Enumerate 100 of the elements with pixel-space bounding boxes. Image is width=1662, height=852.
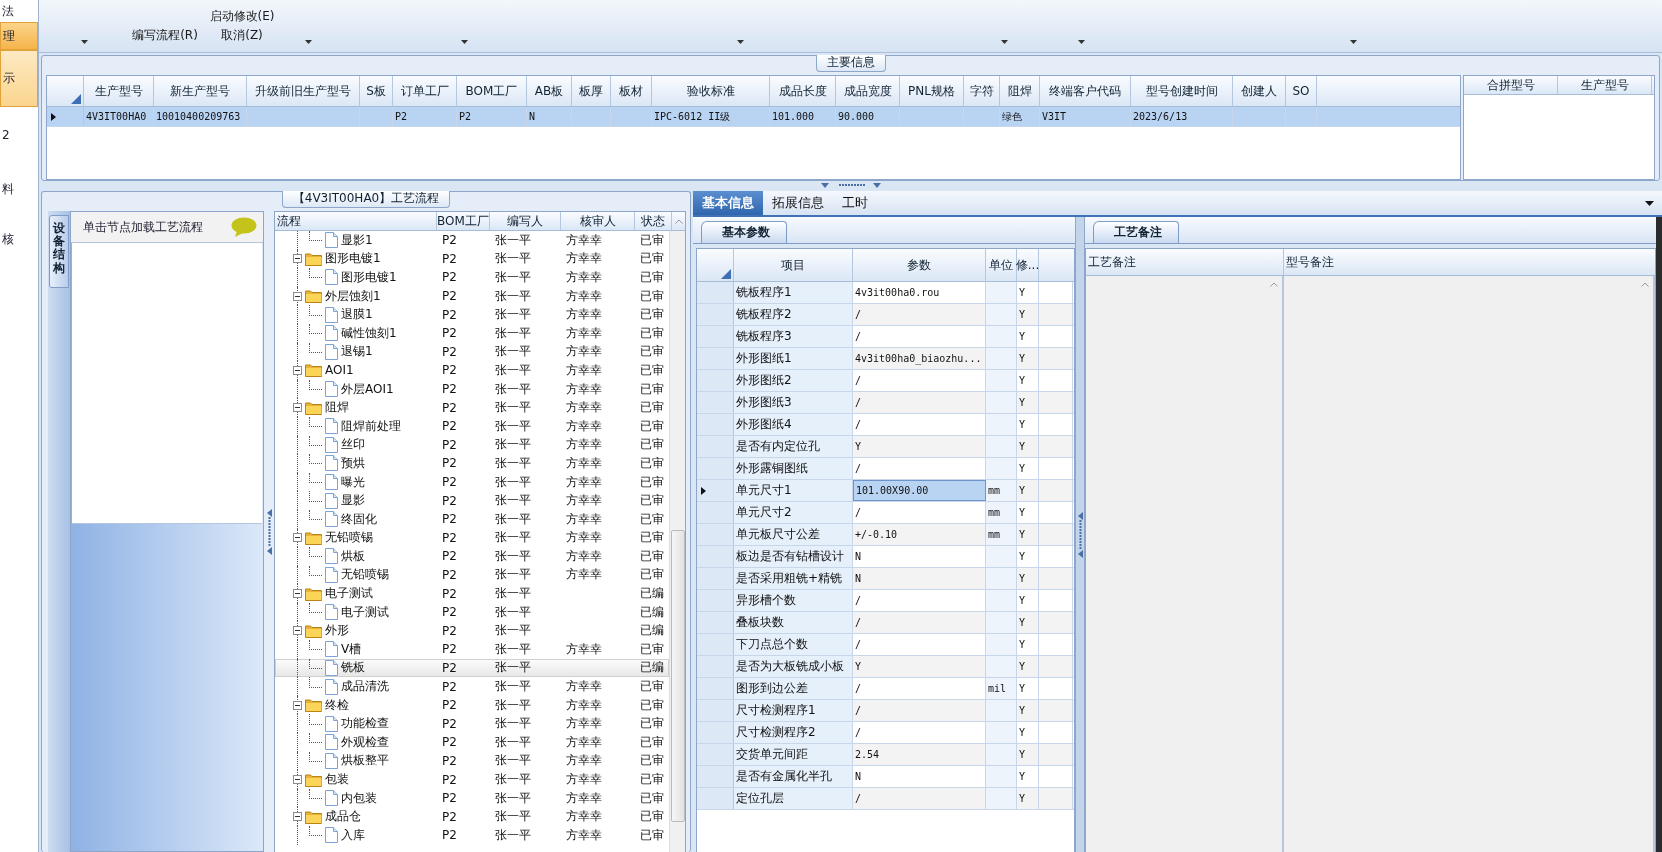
- collapse-arrow-icon[interactable]: [1077, 549, 1083, 558]
- table-row[interactable]: 交货单元间距 2.54 Y: [697, 744, 1074, 766]
- sidebar-item[interactable]: 理: [0, 22, 38, 50]
- column-header[interactable]: 生产型号: [1558, 76, 1652, 94]
- collapse-arrow-icon[interactable]: [266, 546, 272, 555]
- tree-row[interactable]: 烘板 P2 张一平 方幸幸 已审: [275, 547, 669, 566]
- sidebar-item[interactable]: 2: [0, 107, 38, 162]
- column-header[interactable]: 终端客户代码: [1040, 76, 1131, 106]
- dropdown-caret-icon[interactable]: [1645, 200, 1654, 206]
- toolbar-button[interactable]: 启动修改(E): [209, 8, 275, 25]
- tree-row[interactable]: 终固化 P2 张一平 方幸幸 已审: [275, 509, 669, 529]
- tree-row[interactable]: 成品仓 P2 张一平 方幸幸 已审: [275, 807, 669, 826]
- dropdown-caret-icon[interactable]: [304, 40, 312, 44]
- table-row[interactable]: 单元尺寸2 / mm Y: [697, 502, 1074, 524]
- sidebar-item[interactable]: 料: [0, 162, 38, 217]
- table-row[interactable]: 叠板块数 / Y: [697, 612, 1074, 634]
- tree-row[interactable]: 无铅喷锡 P2 张一平 方幸幸 已审: [275, 528, 669, 548]
- table-row[interactable]: 定位孔层 / Y: [697, 788, 1074, 810]
- tree-row[interactable]: V槽 P2 张一平 方幸幸 已审: [275, 640, 669, 659]
- tree-row[interactable]: 终检 P2 张一平 方幸幸 已审: [275, 695, 669, 715]
- tree-row[interactable]: 退膜1 P2 张一平 方幸幸 已审: [275, 305, 669, 324]
- table-row[interactable]: 尺寸检测程序1 / Y: [697, 700, 1074, 722]
- column-header[interactable]: 型号创建时间: [1131, 76, 1233, 106]
- tree-row[interactable]: 丝印 P2 张一平 方幸幸 已审: [275, 435, 669, 455]
- column-header[interactable]: 单位: [986, 249, 1017, 281]
- tree-row[interactable]: 无铅喷锡 P2 张一平 方幸幸 已审: [275, 565, 669, 585]
- column-header[interactable]: 新生产型号: [154, 76, 247, 106]
- tree-row[interactable]: 包装 P2 张一平 方幸幸 已审: [275, 770, 669, 789]
- table-row[interactable]: 板边是否有钻槽设计 N Y: [697, 546, 1074, 568]
- table-row[interactable]: 是否有金属化半孔 N Y: [697, 766, 1074, 788]
- sidebar-item[interactable]: 核: [0, 217, 38, 262]
- tree-row[interactable]: 图形电镀1 P2 张一平 方幸幸 已审: [275, 249, 669, 269]
- column-header[interactable]: 流程: [275, 212, 437, 230]
- tree-row[interactable]: 阻焊前处理 P2 张一平 方幸幸 已审: [275, 416, 669, 436]
- collapse-icon[interactable]: [293, 589, 302, 599]
- column-header[interactable]: 核审人: [561, 212, 635, 230]
- table-row[interactable]: 外形图纸1 4v3it00ha0_biaozhu... Y: [697, 348, 1074, 370]
- collapse-icon[interactable]: [293, 626, 302, 636]
- tree-row[interactable]: 碱性蚀刻1 P2 张一平 方幸幸 已审: [275, 323, 669, 343]
- table-row[interactable]: 外形露铜图纸 / Y: [697, 458, 1074, 480]
- tree-row[interactable]: 成品清洗 P2 张一平 方幸幸 已审: [275, 677, 669, 696]
- column-header[interactable]: 字符: [964, 76, 1000, 106]
- column-header[interactable]: PNL规格: [900, 76, 964, 106]
- table-row[interactable]: 铣板程序2 / Y: [697, 304, 1074, 326]
- column-header[interactable]: 板厚: [572, 76, 611, 106]
- tree-row[interactable]: 显影 P2 张一平 方幸幸 已审: [275, 491, 669, 510]
- collapse-icon[interactable]: [293, 291, 302, 301]
- column-header[interactable]: 成品宽度: [836, 76, 900, 106]
- tree-row[interactable]: 功能检查 P2 张一平 方幸幸 已审: [275, 714, 669, 734]
- tree-row[interactable]: AOI1 P2 张一平 方幸幸 已审: [275, 361, 669, 380]
- column-header[interactable]: 状态: [635, 212, 672, 230]
- tree-row[interactable]: 外层蚀刻1 P2 张一平 方幸幸 已审: [275, 286, 669, 306]
- dropdown-caret-icon[interactable]: [80, 40, 88, 44]
- scrollbar-thumb[interactable]: [670, 530, 685, 822]
- table-row[interactable]: 是否采用粗铣+精铣 N Y: [697, 568, 1074, 590]
- tree-row[interactable]: 曝光 P2 张一平 方幸幸 已审: [275, 472, 669, 492]
- column-header[interactable]: 验收标准: [652, 76, 770, 106]
- column-header[interactable]: 项目: [734, 249, 853, 281]
- splitter-grip-icon[interactable]: [820, 183, 881, 189]
- column-header[interactable]: 板材: [611, 76, 652, 106]
- table-row[interactable]: 尺寸检测程序2 / Y: [697, 722, 1074, 744]
- column-header[interactable]: 参数: [853, 249, 986, 281]
- table-row[interactable]: 图形到边公差 / mil Y: [697, 678, 1074, 700]
- tree-row[interactable]: 入库 P2 张一平 方幸幸 已审: [275, 826, 669, 845]
- table-row[interactable]: 是否有内定位孔 Y Y: [697, 436, 1074, 458]
- dropdown-caret-icon[interactable]: [460, 40, 468, 44]
- tree-row[interactable]: 外形 P2 张一平 已编: [275, 621, 669, 641]
- tab[interactable]: 基本信息: [693, 191, 763, 215]
- tree-row[interactable]: 外层AOI1 P2 张一平 方幸幸 已审: [275, 379, 669, 399]
- column-header[interactable]: 合拼型号: [1464, 76, 1558, 94]
- scroll-up-icon[interactable]: [675, 218, 683, 224]
- column-header[interactable]: 生产型号: [84, 76, 154, 106]
- tree-row[interactable]: 烘板整平 P2 张一平 方幸幸 已审: [275, 751, 669, 771]
- column-header[interactable]: BOM工厂: [437, 212, 490, 230]
- table-row[interactable]: 下刀点总个数 / Y: [697, 634, 1074, 656]
- tab[interactable]: 拓展信息: [763, 191, 833, 215]
- column-header[interactable]: 编写人: [490, 212, 561, 230]
- collapse-icon[interactable]: [293, 533, 302, 543]
- collapse-icon[interactable]: [293, 812, 302, 822]
- table-row[interactable]: 4V3IT00HA0 10010400209763 P2 P2 N IPC-6012 II级 101.000 90.000 绿色 V3IT 2023/6/13: [47, 107, 1460, 127]
- dropdown-caret-icon[interactable]: [1077, 40, 1085, 44]
- tree-row[interactable]: 铣板 P2 张一平 已编: [275, 658, 669, 678]
- collapse-arrow-icon[interactable]: [1077, 511, 1083, 520]
- tree-row[interactable]: 显影1 P2 张一平 方幸幸 已审: [275, 231, 669, 250]
- table-row[interactable]: 异形槽个数 / Y: [697, 590, 1074, 612]
- collapse-arrow-icon[interactable]: [266, 508, 272, 517]
- tab[interactable]: 工时: [833, 191, 877, 215]
- column-header[interactable]: BOM工厂: [457, 76, 527, 106]
- side-tab[interactable]: 设备结构: [49, 215, 69, 288]
- dropdown-caret-icon[interactable]: [1349, 40, 1357, 44]
- table-row[interactable]: 外形图纸3 / Y: [697, 392, 1074, 414]
- tree-row[interactable]: 电子测试 P2 张一平 已编: [275, 602, 669, 622]
- tree-row[interactable]: 图形电镀1 P2 张一平 方幸幸 已审: [275, 268, 669, 287]
- column-header[interactable]: 成品长度: [770, 76, 836, 106]
- column-header[interactable]: 创建人: [1233, 76, 1286, 106]
- column-header[interactable]: 工艺备注: [1086, 249, 1284, 275]
- tree-row[interactable]: 预烘 P2 张一平 方幸幸 已审: [275, 454, 669, 473]
- table-row[interactable]: 是否为大板铣成小板 Y Y: [697, 656, 1074, 678]
- collapse-icon[interactable]: [293, 403, 302, 413]
- tree-row[interactable]: 外观检查 P2 张一平 方幸幸 已审: [275, 733, 669, 752]
